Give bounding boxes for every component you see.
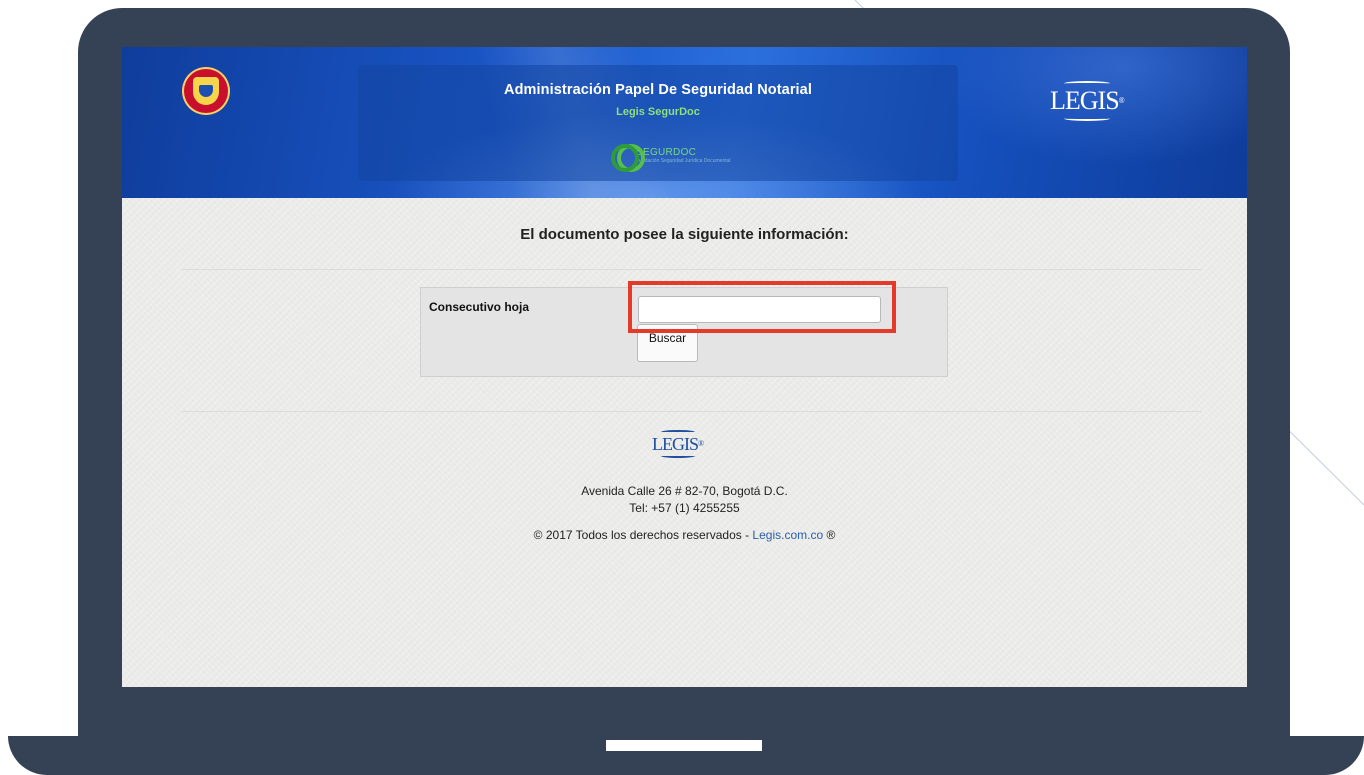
header-panel: Administración Papel De Seguridad Notari… xyxy=(358,65,958,181)
segurdoc-name: SEGURDOC xyxy=(636,147,697,158)
footer-legis-logo: LEGIS® xyxy=(652,430,704,458)
laptop-notch xyxy=(606,740,762,751)
coat-of-arms-icon xyxy=(182,67,230,115)
segurdoc-icon xyxy=(602,143,645,172)
header-banner: Administración Papel De Seguridad Notari… xyxy=(122,47,1247,198)
footer-copyright: © 2017 Todos los derechos reservados - L… xyxy=(122,528,1247,542)
page-subtitle: Legis SegurDoc xyxy=(616,106,700,118)
segurdoc-tagline: Fundación Seguridad Jurídica Documental xyxy=(636,158,731,164)
divider xyxy=(182,411,1202,412)
registered-mark: ® xyxy=(823,528,836,542)
legis-logo: LEGIS® xyxy=(1050,81,1125,121)
browser-screen: Administración Papel De Seguridad Notari… xyxy=(122,47,1247,687)
consecutivo-label: Consecutivo hoja xyxy=(429,300,530,314)
footer-address: Avenida Calle 26 # 82-70, Bogotá D.C. xyxy=(581,484,788,498)
footer-phone: Tel: +57 (1) 4255255 xyxy=(629,501,740,515)
copyright-text: © 2017 Todos los derechos reservados - xyxy=(533,528,753,542)
section-heading: El documento posee la siguiente informac… xyxy=(520,226,849,243)
divider xyxy=(182,269,1202,270)
highlight-box xyxy=(628,281,896,333)
legis-link[interactable]: Legis.com.co xyxy=(752,528,823,542)
page-title: Administración Papel De Seguridad Notari… xyxy=(504,82,812,98)
segurdoc-logo: SEGURDOC Fundación Seguridad Jurídica Do… xyxy=(602,141,731,172)
